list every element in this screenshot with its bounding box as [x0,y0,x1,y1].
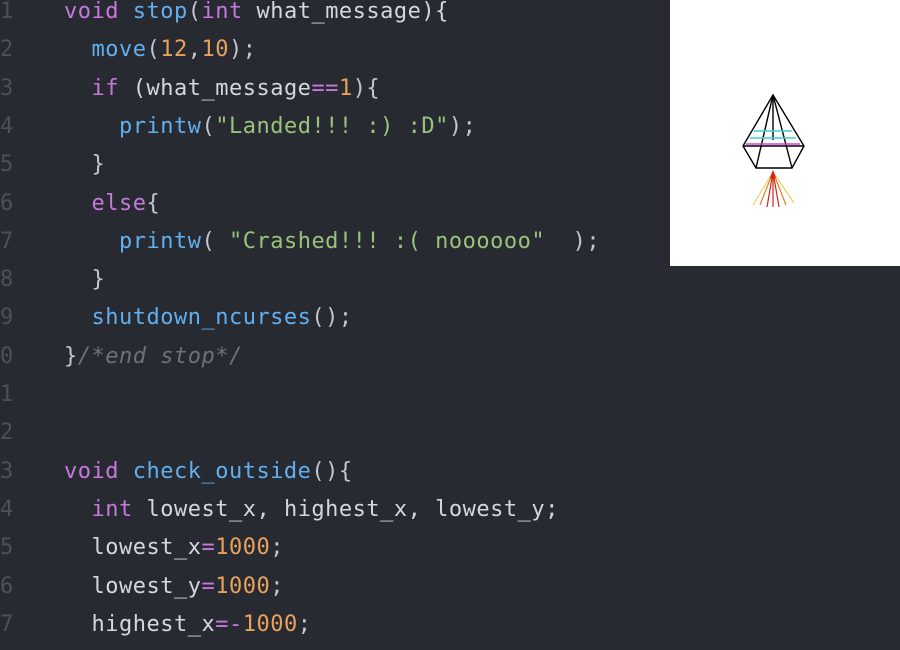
code-token: ; [270,535,284,561]
code-token: lowest_x, highest_x, lowest_y; [132,496,559,522]
code-token: (){ [311,458,353,484]
code-token: move [91,37,147,63]
line-number: 2 [0,420,14,446]
line-number: 4 [0,113,14,139]
code-token: ( [201,228,229,254]
code-token: if [91,75,119,101]
code-token: else [91,190,147,216]
line-number: 3 [0,458,14,484]
code-token: 1000 [242,611,298,637]
thruster-flame [752,170,795,208]
code-token: } [64,267,106,293]
code-token: printw [118,228,202,254]
code-token: ( [146,37,161,63]
code-text: int lowest_x, highest_x, lowest_y; [64,495,559,525]
code-token: ; [270,573,284,599]
code-text: } [64,265,105,295]
code-token: ){ [352,75,381,101]
line-number: 0 [0,343,14,369]
code-text: move(12,10); [64,35,256,65]
line-number: 4 [0,496,14,522]
line-number: 2 [0,37,14,63]
code-text: printw( "Crashed!!! :( noooooo" ); [64,227,600,257]
code-token: ); [545,228,601,254]
code-token: /*end stop*/ [77,343,243,369]
code-text: if (what_message==1){ [64,74,380,104]
code-token: void [64,458,119,484]
line-number: 7 [0,611,14,637]
code-token: int [201,0,243,24]
code-token: = [201,573,216,599]
line-number: 1 [0,382,14,407]
code-text: } [64,150,105,180]
code-token: 1000 [215,535,271,561]
code-token: void [64,0,119,24]
code-token: "Crashed!!! :( noooooo" [228,228,546,254]
code-token: stop [132,0,188,24]
code-text: void stop(int what_message){ [64,0,449,27]
line-number: 8 [0,267,14,293]
code-text: else{ [64,189,160,219]
code-text: lowest_x=1000; [64,533,284,563]
code-token: shutdown_ncurses [91,305,312,331]
code-token: ( [201,113,216,139]
code-token: { [146,190,161,216]
code-token: highest_x [64,611,216,637]
code-token: check_outside [132,458,312,484]
code-token: printw [118,113,202,139]
code-token: == [311,75,339,101]
code-text: printw("Landed!!! :) :D"); [64,112,476,142]
code-text: }/*end stop*/ [64,342,243,372]
code-token: (); [311,305,353,331]
code-token: lowest_x [64,535,202,561]
code-token: (what_message [119,75,312,101]
code-token: } [64,343,78,369]
code-token: 12 [160,37,188,63]
code-token: ); [448,113,477,139]
line-number: 6 [0,190,14,216]
code-text: lowest_y=1000; [64,572,284,602]
code-text: highest_x=-1000; [64,610,311,640]
code-text: shutdown_ncurses(); [64,303,353,333]
code-text: void check_outside(){ [64,457,353,487]
line-number: 7 [0,228,14,254]
code-token: 1 [338,75,353,101]
lander-drawing [742,93,805,208]
line-number: 5 [0,152,14,178]
code-token: = [201,535,216,561]
code-token: =- [215,611,243,637]
line-number: 6 [0,573,14,599]
lander-preview-window [670,0,900,266]
line-number: 3 [0,75,14,101]
code-token: ); [228,37,257,63]
code-token: ; [297,611,312,637]
code-token: } [64,152,106,178]
code-token: what_message){ [242,0,449,24]
code-token: , [187,37,202,63]
code-token: lowest_y [64,573,202,599]
code-token: "Landed!!! :) :D" [215,113,449,139]
code-token: ( [187,0,202,24]
code-token: 1000 [215,573,271,599]
line-number: 9 [0,305,14,331]
line-number: 5 [0,535,14,561]
line-number: 1 [0,0,14,24]
code-token: 10 [201,37,229,63]
code-token: int [91,496,133,522]
